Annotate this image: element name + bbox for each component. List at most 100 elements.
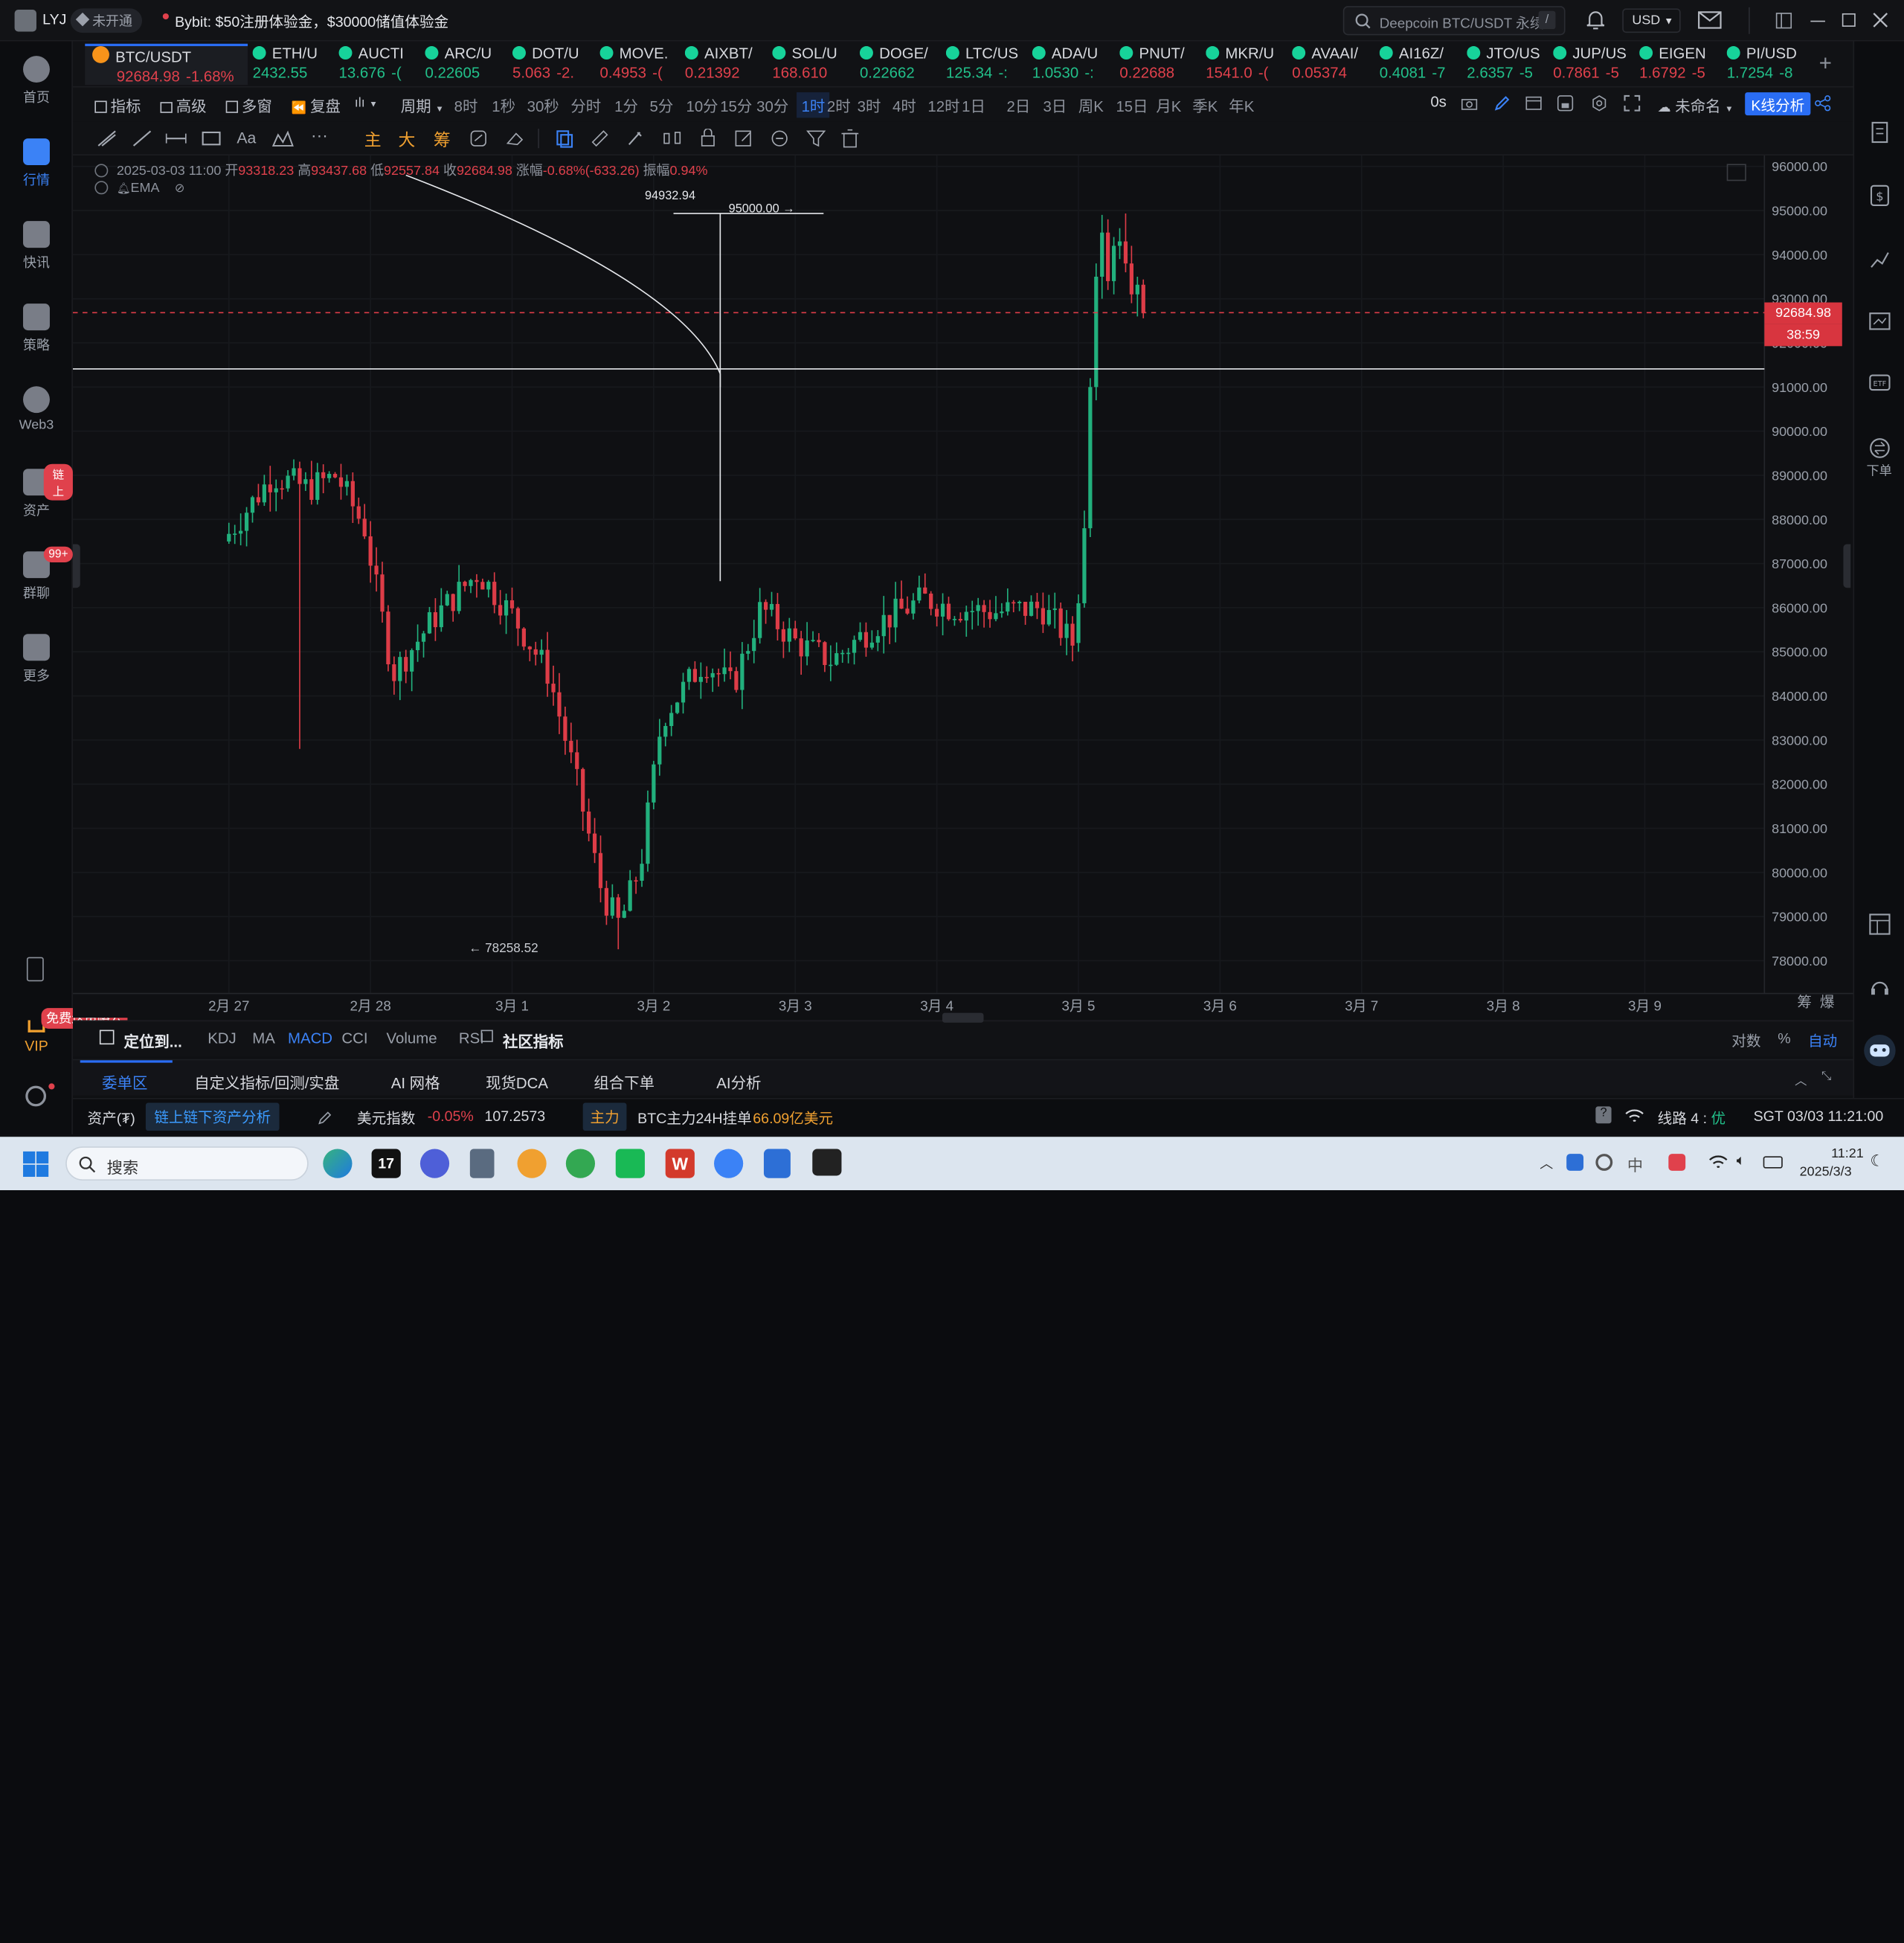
replay-button[interactable]: ⏪ 复盘	[292, 94, 341, 117]
minimize-button[interactable]	[1810, 20, 1825, 23]
candle[interactable]	[710, 668, 715, 693]
candle[interactable]	[805, 622, 809, 666]
avatar[interactable]	[14, 10, 36, 32]
candle[interactable]	[698, 662, 703, 699]
indicator-kdj[interactable]: KDJ	[208, 1030, 237, 1047]
eye-off-icon[interactable]: ⊘	[175, 182, 185, 196]
candle[interactable]	[563, 706, 567, 755]
candle[interactable]	[988, 600, 992, 628]
candle[interactable]	[1094, 263, 1099, 401]
candle[interactable]	[1076, 594, 1081, 652]
candle[interactable]	[758, 588, 762, 644]
candle[interactable]	[887, 614, 892, 644]
timeframe-18[interactable]: 15日	[1116, 94, 1148, 117]
candle[interactable]	[332, 472, 338, 479]
candle[interactable]	[368, 521, 373, 583]
candle[interactable]	[469, 579, 473, 594]
bell-icon[interactable]	[1586, 10, 1605, 30]
candle[interactable]	[1123, 213, 1128, 273]
nav-item-0[interactable]: 首页	[0, 56, 73, 107]
candle[interactable]	[1000, 603, 1004, 618]
timeframe-13[interactable]: 12时	[927, 94, 959, 117]
candle[interactable]	[427, 606, 432, 635]
candle[interactable]	[1017, 600, 1022, 611]
vip-status-badge[interactable]: 未开通	[70, 8, 143, 33]
settings-icon[interactable]	[25, 1085, 47, 1107]
trend-icon[interactable]	[1869, 248, 1891, 269]
candle[interactable]	[657, 719, 662, 776]
symbol-tab-1[interactable]: ETH/U 2432.55	[252, 44, 333, 86]
phone-icon[interactable]	[26, 957, 44, 982]
price-chart[interactable]: 96000.0095000.0094000.0093000.0092000.00…	[72, 155, 1853, 1018]
dollar-icon[interactable]: $	[1869, 184, 1891, 206]
timeframe-0[interactable]: 8时	[454, 94, 478, 117]
taskbar-time[interactable]: 11:21	[1831, 1146, 1864, 1161]
candle[interactable]	[262, 475, 266, 507]
candle[interactable]	[893, 582, 898, 643]
candle[interactable]	[338, 463, 344, 500]
pin-window-icon[interactable]	[1775, 12, 1792, 29]
community-indicators-button[interactable]: 社区指标	[503, 1029, 564, 1052]
right-panel-handle[interactable]	[1843, 544, 1851, 588]
candle[interactable]	[515, 606, 521, 646]
candle[interactable]	[746, 643, 750, 661]
candle[interactable]	[923, 573, 927, 594]
wps-icon[interactable]: W	[665, 1149, 695, 1178]
candle[interactable]	[380, 562, 385, 623]
candle[interactable]	[504, 593, 509, 635]
candle[interactable]	[646, 790, 650, 872]
candle[interactable]	[964, 606, 968, 637]
battery-icon[interactable]	[1763, 1156, 1783, 1169]
candle[interactable]	[728, 651, 733, 680]
promo-link[interactable]: Bybit: $50注册体验金，$30000储值体验金	[175, 11, 448, 32]
candle[interactable]	[1052, 592, 1057, 629]
candle[interactable]	[569, 722, 573, 763]
candle[interactable]	[227, 522, 231, 544]
candle[interactable]	[445, 591, 449, 606]
candle[interactable]	[598, 835, 603, 903]
candle[interactable]	[527, 646, 532, 661]
indicator-cci[interactable]: CCI	[341, 1030, 367, 1047]
search-box[interactable]: Deepcoin BTC/USDT 永续 /	[1342, 6, 1566, 36]
candle[interactable]	[286, 470, 290, 492]
browser-icon[interactable]	[517, 1149, 547, 1178]
bottom-tab-2[interactable]: AI 网格	[391, 1070, 440, 1093]
close-button[interactable]	[1873, 12, 1888, 28]
left-panel-handle[interactable]	[72, 544, 80, 588]
candle[interactable]	[486, 579, 491, 598]
timeframe-2[interactable]: 30秒	[527, 94, 559, 117]
tray-app-icon[interactable]	[1566, 1154, 1584, 1171]
chips-label[interactable]: 筹 爆	[1797, 991, 1834, 1012]
candle[interactable]	[817, 633, 821, 647]
candle[interactable]	[775, 593, 780, 641]
symbol-tab-7[interactable]: SOL/U 168.610	[772, 44, 852, 86]
magnet-icon[interactable]	[469, 130, 488, 147]
advanced-button[interactable]: 高级	[160, 94, 207, 117]
candle[interactable]	[362, 504, 367, 539]
chevron-up-icon[interactable]: ︿	[1795, 1070, 1807, 1088]
candle[interactable]	[480, 578, 485, 590]
edge-icon[interactable]	[323, 1149, 353, 1178]
settings-icon[interactable]	[1591, 94, 1608, 112]
mail-icon[interactable]	[1698, 11, 1723, 29]
tray-sync-icon[interactable]	[1595, 1154, 1613, 1171]
candle[interactable]	[386, 605, 390, 672]
candle[interactable]	[274, 479, 278, 512]
countdown-value[interactable]: 0s	[1430, 94, 1447, 111]
candle[interactable]	[433, 598, 438, 641]
candle[interactable]	[899, 580, 904, 609]
candle[interactable]	[834, 642, 839, 667]
candle[interactable]	[539, 639, 544, 664]
timeframe-14[interactable]: 1日	[962, 94, 985, 117]
taskbar-search[interactable]: 搜索	[65, 1146, 309, 1181]
candle[interactable]	[734, 667, 739, 693]
candle[interactable]	[704, 666, 709, 684]
ray-tool-icon[interactable]	[132, 130, 152, 147]
wechat-icon[interactable]	[615, 1149, 645, 1178]
candle[interactable]	[533, 641, 538, 666]
candle[interactable]	[587, 798, 591, 842]
nav-item-2[interactable]: 快讯	[0, 221, 73, 272]
bottom-tab-3[interactable]: 现货DCA	[486, 1070, 548, 1093]
candle[interactable]	[557, 672, 562, 734]
bottom-tab-0[interactable]: 委单区	[102, 1070, 147, 1093]
